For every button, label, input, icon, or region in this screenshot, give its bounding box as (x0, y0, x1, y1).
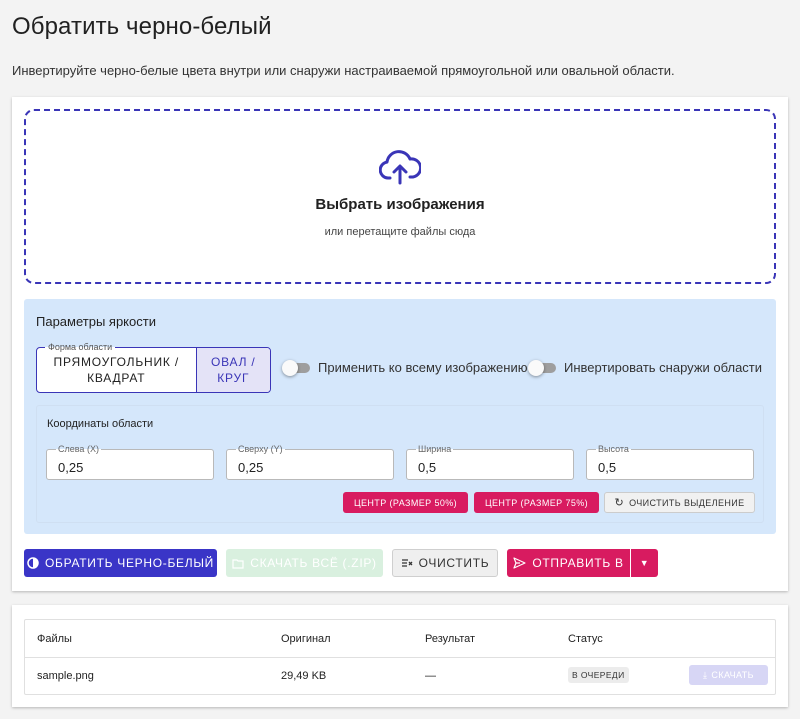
left-x-input[interactable] (47, 450, 213, 479)
dropzone-title: Выбрать изображения (315, 196, 485, 213)
invert-label: ОБРАТИТЬ ЧЕРНО-БЕЛЫЙ (45, 556, 214, 570)
clear-selection-button[interactable]: ↻ ОЧИСТИТЬ ВЫДЕЛЕНИЕ (604, 492, 755, 513)
toggle-switch[interactable] (282, 359, 310, 376)
page-description: Инвертируйте черно-белые цвета внутри ил… (12, 63, 675, 78)
files-table: Файлы Оригинал Результат Статус sample.p… (24, 619, 776, 695)
width-input[interactable] (407, 450, 573, 479)
shape-rectangle-button[interactable]: ПРЯМОУГОЛЬНИК / КВАДРАТ (37, 348, 196, 392)
download-zip-label: СКАЧАТЬ ВСЁ (.ZIP) (250, 556, 377, 570)
left-x-field[interactable]: Слева (X) (46, 444, 214, 480)
clear-selection-label: ОЧИСТИТЬ ВЫДЕЛЕНИЕ (629, 497, 745, 508)
column-header-original: Оригинал (281, 633, 331, 645)
toggle-label: Применить ко всему изображению (318, 360, 528, 375)
file-result: — (425, 670, 436, 682)
region-coordinates: Координаты области Слева (X) Сверху (Y) … (36, 405, 764, 523)
download-icon: ⤓ (703, 669, 708, 680)
file-download-label: СКАЧАТЬ (711, 670, 754, 680)
column-header-result: Результат (425, 633, 476, 645)
column-header-status: Статус (568, 633, 603, 645)
send-to-label: ОТПРАВИТЬ В (532, 556, 624, 570)
height-field[interactable]: Высота (586, 444, 754, 480)
clear-label: ОЧИСТИТЬ (418, 556, 490, 570)
folder-zip-icon (232, 558, 244, 569)
center-50-button[interactable]: ЦЕНТР (РАЗМЕР 50%) (343, 492, 468, 513)
clear-button[interactable]: ОЧИСТИТЬ (392, 549, 498, 577)
width-field[interactable]: Ширина (406, 444, 574, 480)
contrast-icon (27, 557, 39, 569)
files-card: Файлы Оригинал Результат Статус sample.p… (12, 605, 788, 707)
top-y-field[interactable]: Сверху (Y) (226, 444, 394, 480)
page-title: Обратить черно-белый (12, 13, 272, 40)
file-dropzone[interactable]: Выбрать изображения или перетащите файлы… (24, 109, 776, 284)
tool-card: Выбрать изображения или перетащите файлы… (12, 97, 788, 591)
column-header-files: Файлы (37, 633, 72, 645)
toggle-label: Инвертировать снаружи области (564, 360, 763, 375)
height-input[interactable] (587, 450, 753, 479)
header-divider (25, 657, 775, 658)
shape-toggle-group: Форма области ПРЯМОУГОЛЬНИК / КВАДРАТ ОВ… (36, 341, 271, 393)
file-original-size: 29,49 KB (281, 670, 327, 682)
apply-whole-image-toggle[interactable]: Применить ко всему изображению (282, 359, 528, 376)
dropzone-subtitle: или перетащите файлы сюда (324, 226, 476, 238)
send-to-button[interactable]: ОТПРАВИТЬ В (507, 549, 630, 577)
shape-oval-button[interactable]: ОВАЛ / КРУГ (195, 348, 270, 392)
center-75-button[interactable]: ЦЕНТР (РАЗМЕР 75%) (474, 492, 599, 513)
params-title: Параметры яркости (36, 314, 156, 329)
invert-outside-toggle[interactable]: Инвертировать снаружи области (528, 359, 763, 376)
coords-title: Координаты области (47, 418, 154, 430)
file-name: sample.png (37, 670, 94, 682)
toggle-switch[interactable] (528, 359, 556, 376)
clear-list-icon (401, 559, 413, 567)
status-badge: В ОЧЕРЕДИ (568, 667, 629, 683)
send-to-dropdown-button[interactable]: ▼ (631, 549, 658, 577)
brightness-params-panel: Параметры яркости Форма области ПРЯМОУГО… (24, 299, 776, 534)
shape-legend: Форма области (45, 341, 116, 353)
cloud-upload-icon (379, 150, 421, 185)
caret-down-icon: ▼ (639, 558, 650, 568)
file-download-button[interactable]: ⤓ СКАЧАТЬ (689, 665, 768, 685)
download-zip-button[interactable]: СКАЧАТЬ ВСЁ (.ZIP) (226, 549, 383, 577)
top-y-input[interactable] (227, 450, 393, 479)
reset-icon: ↻ (614, 497, 625, 509)
invert-button[interactable]: ОБРАТИТЬ ЧЕРНО-БЕЛЫЙ (24, 549, 217, 577)
send-icon (513, 557, 526, 569)
